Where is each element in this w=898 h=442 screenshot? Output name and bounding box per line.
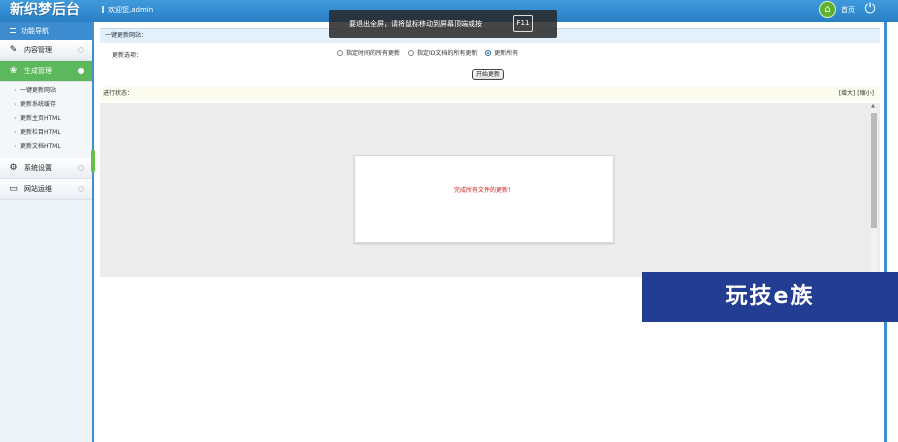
status-label: 进行状态： — [103, 90, 134, 97]
divider-bar — [102, 6, 104, 13]
sidebar: 功能导航 ✎ 内容管理 ❀ 生成管理 一键更新网站 更新系统缓存 更新主页HTM… — [0, 22, 92, 442]
start-update-button[interactable]: 开始更新 — [472, 69, 504, 80]
sidebar-sub-item-update-site[interactable]: 一键更新网站 — [0, 84, 92, 98]
fullscreen-toast: 要退出全屏，请将鼠标移动到屏幕顶端或按 F11 — [329, 10, 557, 38]
result-message-box: 完成所有文件的更新！ — [354, 155, 614, 243]
radio-label: 指定时间的所有更新 — [346, 50, 401, 57]
radio-update-by-id[interactable]: 指定ID文档的所有更新 — [407, 48, 478, 57]
menu-icon — [10, 28, 16, 33]
status-bar: 进行状态： [增大] [缩小] — [100, 87, 880, 101]
sidebar-item-label: 内容管理 — [24, 46, 52, 54]
sidebar-item-site-maintenance[interactable]: ▭ 网站运维 — [0, 179, 92, 200]
sidebar-sub-item-update-columns[interactable]: 更新栏目HTML — [0, 126, 92, 140]
monitor-icon: ▭ — [9, 184, 18, 194]
sidebar-sub-item-update-docs[interactable]: 更新文档HTML — [0, 140, 92, 154]
scrollbar-thumb[interactable] — [871, 113, 877, 228]
radio-circle[interactable] — [407, 50, 414, 56]
leaf-icon: ❀ — [9, 66, 18, 76]
log-scrollbar[interactable] — [871, 109, 877, 274]
app-logo: 新织梦后台 — [10, 2, 80, 18]
sidebar-item-generate-management[interactable]: ❀ 生成管理 — [0, 61, 92, 82]
progress-log-area: 完成所有文件的更新！ ▲ — [100, 103, 880, 277]
watermark-logo: 玩技e族 — [642, 272, 898, 322]
sidebar-title: 功能导航 — [0, 22, 92, 40]
frame-border-right — [884, 22, 887, 442]
pencil-icon: ✎ — [9, 45, 18, 55]
sidebar-item-content-management[interactable]: ✎ 内容管理 — [0, 40, 92, 61]
welcome-label: 欢迎您,admin — [108, 6, 154, 14]
radio-circle[interactable] — [337, 50, 343, 56]
toast-message: 要退出全屏，请将鼠标移动到屏幕顶端或按 — [349, 20, 482, 28]
sidebar-item-system-settings[interactable]: ⚙ 系统设置 — [0, 158, 92, 179]
power-icon[interactable]: ⏻ — [862, 0, 878, 18]
result-message: 完成所有文件的更新！ — [453, 187, 514, 194]
radio-label: 指定ID文档的所有更新 — [416, 50, 478, 57]
main-content: 一键更新网站： 更新选项： 指定时间的所有更新 指定ID文档的所有更新 更新所有… — [96, 22, 882, 442]
expand-icon — [78, 47, 84, 53]
sidebar-sub-item-update-home[interactable]: 更新主页HTML — [0, 112, 92, 126]
update-options-label: 更新选项： — [112, 52, 143, 59]
update-options-radio-group: 指定时间的所有更新 指定ID文档的所有更新 更新所有 — [337, 48, 524, 57]
welcome-text: 欢迎您,admin — [102, 5, 153, 15]
resize-actions[interactable]: [增大] [缩小] — [839, 87, 874, 101]
sidebar-toggle-handle[interactable] — [91, 150, 95, 172]
home-link[interactable]: 首页 — [841, 5, 855, 15]
f11-key-badge: F11 — [513, 15, 533, 32]
radio-update-by-time[interactable]: 指定时间的所有更新 — [337, 48, 400, 57]
sidebar-sub-item-update-cache[interactable]: 更新系统缓存 — [0, 98, 92, 112]
radio-update-all[interactable]: 更新所有 — [485, 48, 518, 57]
radio-circle[interactable] — [485, 50, 492, 56]
gear-icon: ⚙ — [9, 163, 18, 173]
sidebar-item-label: 网站运维 — [24, 185, 52, 193]
sidebar-item-label: 系统设置 — [24, 164, 52, 172]
expand-icon — [78, 165, 84, 171]
collapse-icon — [78, 68, 84, 74]
sidebar-item-label: 生成管理 — [24, 67, 52, 75]
radio-label: 更新所有 — [494, 50, 519, 57]
sidebar-sub-list: 一键更新网站 更新系统缓存 更新主页HTML 更新栏目HTML 更新文档HTML — [0, 82, 92, 158]
sidebar-title-label: 功能导航 — [21, 27, 49, 35]
frame-border-left — [92, 22, 94, 442]
expand-icon — [78, 186, 84, 192]
home-icon[interactable]: ⌂ — [819, 1, 836, 18]
